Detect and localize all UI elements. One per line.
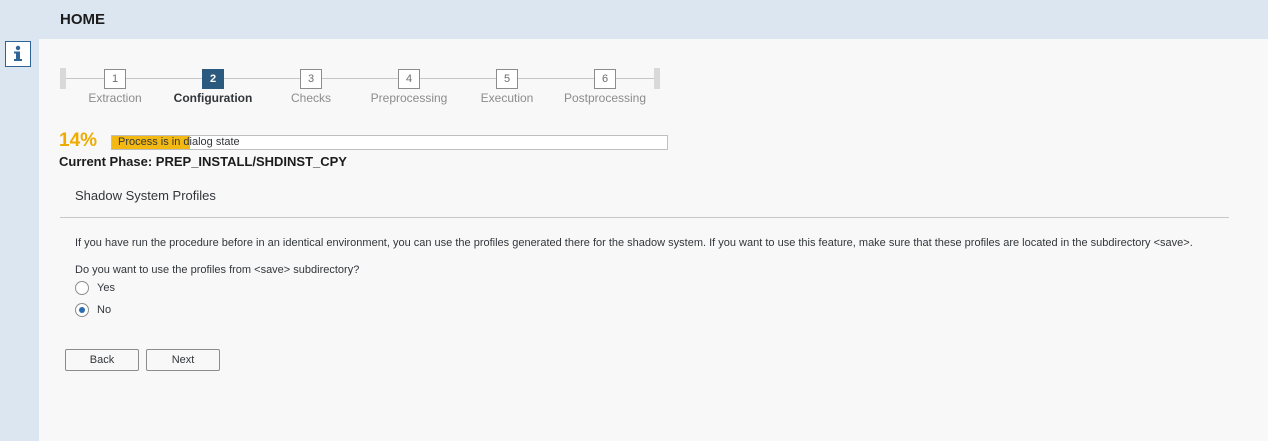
page-title: HOME xyxy=(60,11,105,28)
radio-button[interactable] xyxy=(75,303,89,317)
step-number: 1 xyxy=(104,69,126,89)
top-header: HOME xyxy=(0,0,1268,39)
back-button[interactable]: Back xyxy=(65,349,139,371)
progress-percent: 14% xyxy=(59,130,98,151)
step-number: 3 xyxy=(300,69,322,89)
radio-button[interactable] xyxy=(75,281,89,295)
radio-label: Yes xyxy=(97,282,115,294)
step-label: Checks xyxy=(290,91,331,105)
step-number: 4 xyxy=(398,69,420,89)
left-sidebar xyxy=(0,39,39,441)
step-label: Execution xyxy=(480,91,534,105)
step-label: Extraction xyxy=(88,91,142,105)
radio-option-yes[interactable]: Yes xyxy=(75,281,115,295)
step-execution[interactable]: 5 Execution xyxy=(457,69,557,105)
step-number: 2 xyxy=(202,69,224,89)
section-question: Do you want to use the profiles from <sa… xyxy=(75,264,360,276)
progress-bar: Process is in dialog state xyxy=(111,135,668,150)
step-number: 5 xyxy=(496,69,518,89)
step-label: Preprocessing xyxy=(370,91,448,105)
progress-status: Process is in dialog state xyxy=(118,136,240,148)
radio-option-no[interactable]: No xyxy=(75,303,111,317)
step-preprocessing[interactable]: 4 Preprocessing xyxy=(359,69,459,105)
next-button[interactable]: Next xyxy=(146,349,220,371)
info-icon[interactable] xyxy=(5,41,31,67)
step-number: 6 xyxy=(594,69,616,89)
section-description: If you have run the procedure before in … xyxy=(75,237,1193,249)
step-checks[interactable]: 3 Checks xyxy=(261,69,361,105)
current-phase: Current Phase: PREP_INSTALL/SHDINST_CPY xyxy=(59,154,347,169)
step-label: Configuration xyxy=(173,91,253,105)
step-label: Postprocessing xyxy=(563,91,647,105)
divider xyxy=(60,217,1229,218)
step-postprocessing[interactable]: 6 Postprocessing xyxy=(555,69,655,105)
radio-label: No xyxy=(97,304,112,316)
step-extraction[interactable]: 1 Extraction xyxy=(65,69,165,105)
section-title: Shadow System Profiles xyxy=(75,188,216,203)
step-configuration[interactable]: 2 Configuration xyxy=(163,69,263,105)
